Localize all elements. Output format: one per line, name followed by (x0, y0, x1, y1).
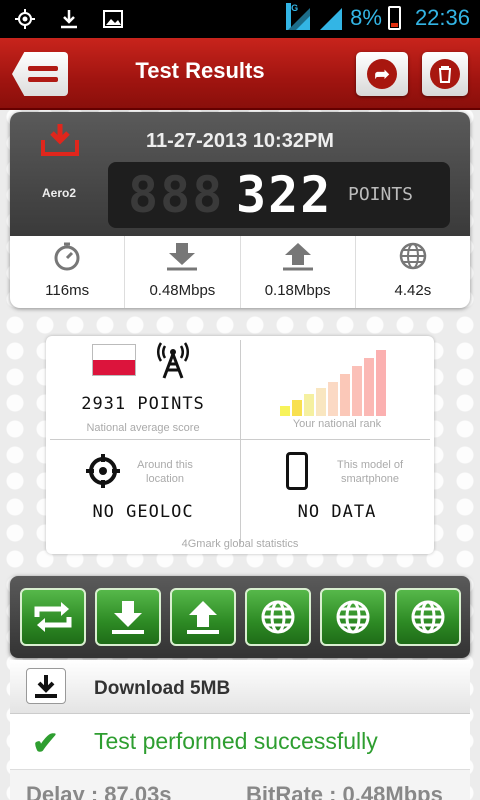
upload-arrow-icon (241, 236, 355, 276)
metric-download: 0.48Mbps (125, 236, 241, 308)
signal-icon (318, 6, 344, 30)
web-test-button-1[interactable] (245, 588, 311, 646)
bitrate-value: BitRate : 0.48Mbps (246, 782, 443, 800)
status-message: Test performed successfully (94, 728, 378, 754)
score-card: 11-27-2013 10:32PM Aero2 888 322 POINTS … (10, 112, 470, 308)
download-arrow-icon (125, 236, 239, 276)
metric-download-value: 0.48Mbps (149, 282, 216, 299)
metric-browsing: 4.42s (356, 236, 470, 308)
metric-browsing-value: 4.42s (394, 282, 432, 299)
download-icon (58, 8, 80, 30)
image-icon (102, 8, 124, 30)
metric-latency-value: 116ms (45, 282, 90, 299)
globe-icon (261, 600, 295, 634)
battery-percent: 8% (350, 5, 382, 30)
model-label: This model of smartphone (336, 459, 404, 485)
refresh-icon (34, 602, 72, 632)
web-test-button-2[interactable] (320, 588, 386, 646)
web-test-button-3[interactable] (395, 588, 461, 646)
delete-button[interactable] (422, 52, 468, 96)
list-item-status: ✔ Test performed successfully (10, 714, 470, 770)
metric-upload: 0.18Mbps (241, 236, 356, 308)
national-rank-bars (280, 350, 386, 416)
score-header: 11-27-2013 10:32PM Aero2 888 322 POINTS (10, 112, 470, 236)
globe-icon (411, 600, 445, 634)
download-test-button[interactable] (95, 588, 161, 646)
download-box-icon (26, 668, 66, 704)
download-icon (112, 601, 144, 634)
metric-latency: 116ms (10, 236, 126, 308)
country-flag-icon (92, 344, 136, 376)
page-title: Test Results (135, 58, 265, 83)
app-header: Test Results ➦ (0, 38, 480, 110)
test-datetime: 11-27-2013 10:32PM (146, 130, 334, 152)
checkmark-icon: ✔ (32, 725, 59, 761)
national-average-label: National average score (86, 422, 200, 434)
national-average-value: 2931 POINTS (81, 394, 205, 414)
location-label: Around this location (137, 459, 193, 485)
gps-icon (14, 8, 36, 30)
smartphone-icon (286, 452, 308, 490)
action-bar (10, 576, 470, 658)
trash-icon (430, 59, 460, 89)
delay-value: Delay : 87.03s (26, 782, 172, 800)
antenna-icon (156, 342, 190, 379)
share-button[interactable]: ➦ (356, 52, 408, 96)
stats-panel: 2931 POINTS National average score Your … (46, 336, 434, 554)
score-points-value: 322 (236, 166, 333, 224)
score-ghost-digits: 888 (128, 166, 225, 224)
list-item-download-header[interactable]: Download 5MB (10, 660, 470, 714)
list-item-label: Download 5MB (94, 678, 231, 699)
battery-icon (387, 6, 401, 30)
upload-test-button[interactable] (170, 588, 236, 646)
share-icon: ➦ (367, 59, 397, 89)
score-display: 888 322 POINTS (108, 162, 450, 228)
stats-footer: 4Gmark global statistics (181, 538, 299, 550)
score-points-unit: POINTS (348, 184, 414, 205)
metrics-row: 116ms 0.48Mbps 0.18Mbps 4.42s (10, 236, 470, 308)
location-value: NO GEOLOC (92, 502, 194, 522)
upload-icon (187, 601, 219, 634)
signal-3g-icon: 3G (286, 3, 312, 30)
globe-icon (356, 236, 470, 276)
refresh-button[interactable] (20, 588, 86, 646)
national-rank-label: Your national rank (292, 418, 382, 430)
metric-upload-value: 0.18Mbps (264, 282, 331, 299)
crosshair-icon (86, 454, 120, 488)
model-value: NO DATA (297, 502, 377, 522)
stopwatch-icon (10, 236, 124, 276)
clock: 22:36 (414, 5, 470, 30)
operator-name: Aero2 (42, 186, 77, 200)
globe-icon (336, 600, 370, 634)
list-item-details: Delay : 87.03s BitRate : 0.48Mbps (10, 770, 470, 800)
divider (50, 439, 430, 440)
status-bar: 3G 8% 22:36 (0, 0, 480, 38)
